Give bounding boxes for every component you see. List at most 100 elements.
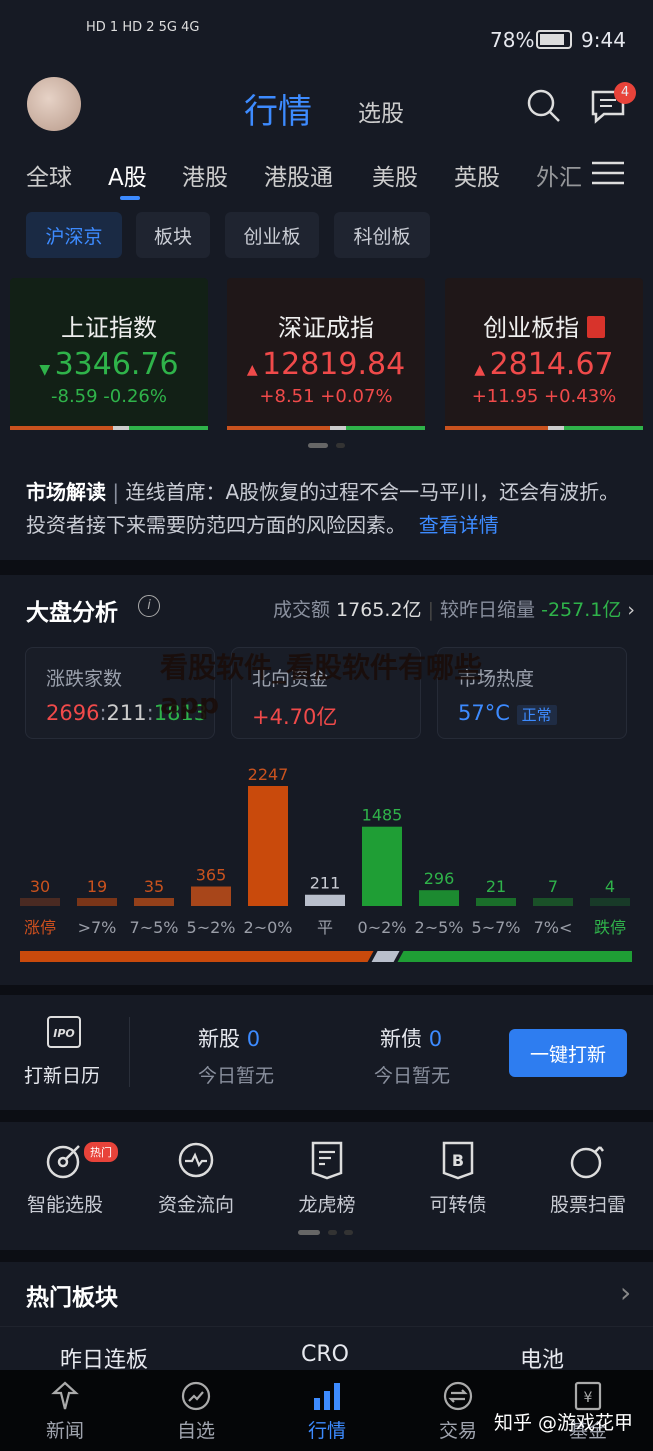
carousel-dot-active: [308, 443, 328, 448]
index-name: 创业板指: [445, 308, 643, 343]
category-label: 0~2%: [358, 918, 407, 937]
bar-value: 30: [30, 877, 50, 896]
chevron-right-icon: ›: [627, 599, 635, 621]
turnover-summary[interactable]: 成交额 1765.2亿 | 较昨日缩量 -257.1亿 ›: [273, 595, 635, 622]
index-name: 深证成指: [278, 314, 374, 342]
index-card-chinext[interactable]: 创业板指 ▲ 2814.67 +11.95 +0.43%: [445, 278, 643, 430]
new-bond-label[interactable]: 新债 0: [380, 1023, 442, 1053]
exchange-icon: [443, 1381, 473, 1411]
bar: [362, 826, 402, 906]
shortcut-risk-scan[interactable]: 股票扫雷: [523, 1140, 653, 1217]
shortcut-dragon-tiger[interactable]: 龙虎榜: [262, 1140, 392, 1217]
subtab-chinext[interactable]: 创业板: [225, 212, 319, 258]
category-label: 涨停: [24, 918, 56, 937]
bar: [191, 886, 231, 906]
hot-sector-item[interactable]: CRO: [301, 1342, 349, 1367]
nav-news[interactable]: 新闻: [0, 1380, 130, 1443]
news-arrow-icon: [51, 1381, 79, 1410]
index-price: ▼ 3346.76: [39, 347, 179, 382]
tab-global[interactable]: 全球: [26, 158, 108, 192]
breadth-line: [227, 426, 425, 430]
tab-market[interactable]: 行情: [244, 84, 312, 133]
tab-uk[interactable]: 英股: [454, 158, 536, 192]
tab-hk-connect[interactable]: 港股通: [264, 158, 372, 192]
subtab-star[interactable]: 科创板: [334, 212, 430, 258]
bar-value: 296: [424, 869, 455, 888]
heat-status-badge: 正常: [516, 705, 557, 725]
ipo-icon: IPO: [47, 1016, 81, 1048]
market-commentary[interactable]: 市场解读 | 连线首席：A股恢复的过程不会一马平川，还会有波折。投资者接下来需要…: [26, 476, 630, 542]
bar: [134, 898, 174, 906]
nav-watchlist[interactable]: 自选: [131, 1380, 261, 1443]
hot-sectors-title: 热门板块: [26, 1285, 118, 1311]
flat-share-bar: [371, 951, 400, 962]
bar-value: 365: [196, 866, 227, 885]
bar-value: 211: [310, 874, 341, 893]
category-label: 7%<: [534, 918, 573, 937]
category-label: 2~5%: [415, 918, 464, 937]
tab-us[interactable]: 美股: [372, 158, 454, 192]
carousel-dot-active: [298, 1230, 320, 1235]
red-envelope-icon: [586, 316, 605, 338]
bar-value: 19: [87, 877, 107, 896]
category-label: >7%: [78, 918, 117, 937]
advance-share-bar: [20, 951, 374, 962]
menu-icon[interactable]: [592, 160, 624, 186]
shortcut-fund-flow[interactable]: 资金流向: [131, 1140, 261, 1217]
breadth-line: [445, 426, 643, 430]
new-stock-sub: 今日暂无: [198, 1065, 275, 1087]
subtab-sectors[interactable]: 板块: [136, 212, 210, 258]
trend-icon: [181, 1381, 211, 1411]
category-label: 5~2%: [187, 918, 236, 937]
message-badge: 4: [614, 82, 636, 104]
index-price: ▲ 2814.67: [474, 347, 614, 382]
bar: [20, 898, 60, 906]
svg-text:IPO: IPO: [53, 1027, 75, 1040]
carousel-dot: [336, 443, 345, 448]
category-label: 2~0%: [244, 918, 293, 937]
signal-indicators: HD 1 HD 2 5G 4G: [86, 20, 200, 35]
bar: [248, 786, 288, 906]
index-card-szse[interactable]: 深证成指 ▲ 12819.84 +8.51 +0.07%: [227, 278, 425, 430]
hot-badge: 热门: [84, 1142, 118, 1162]
clock: 9:44: [581, 28, 626, 52]
chevron-right-icon[interactable]: ›: [620, 1276, 631, 1309]
shortcut-convertible-bond[interactable]: B 可转债: [393, 1140, 523, 1217]
index-change: -8.59 -0.26%: [51, 386, 167, 407]
category-label: 7~5%: [130, 918, 179, 937]
info-icon[interactable]: i: [138, 595, 160, 617]
list-document-icon: [311, 1141, 343, 1180]
svg-text:¥: ¥: [584, 1390, 593, 1406]
tab-stock-picker[interactable]: 选股: [358, 94, 404, 128]
subtab-hushenjing[interactable]: 沪深京: [26, 212, 122, 258]
carousel-dot: [328, 1230, 337, 1235]
index-change: +11.95 +0.43%: [471, 386, 617, 407]
battery-icon: [536, 30, 572, 49]
avatar[interactable]: [27, 77, 81, 131]
watermark-corner: 知乎 @游戏花甲: [494, 1412, 634, 1434]
bar-value: 4: [605, 877, 615, 896]
shortcut-smart-pick[interactable]: 智能选股 热门: [0, 1140, 130, 1217]
commentary-label: 市场解读: [26, 480, 106, 504]
tab-a-share[interactable]: A股: [108, 158, 182, 192]
breadth-line: [10, 426, 208, 430]
bar-value: 1485: [362, 806, 403, 825]
nav-market[interactable]: 行情: [262, 1380, 392, 1443]
status-bar: HD 1 HD 2 5G 4G 78% 9:44: [0, 0, 653, 62]
ipo-calendar-label[interactable]: 打新日历: [24, 1061, 100, 1088]
bar: [533, 898, 573, 906]
search-icon[interactable]: [526, 88, 562, 124]
pulse-icon: [178, 1142, 214, 1178]
index-price: ▲ 12819.84: [246, 347, 406, 382]
bar: [419, 890, 459, 906]
index-change: +8.51 +0.07%: [259, 386, 393, 407]
new-stock-label[interactable]: 新股 0: [198, 1023, 260, 1053]
ipo-panel: IPO 打新日历 新股 0 今日暂无 新债 0 今日暂无 一键打新: [0, 995, 653, 1110]
view-details-link[interactable]: 查看详情: [419, 513, 499, 537]
bond-shield-icon: B: [442, 1141, 474, 1180]
one-click-subscribe-button[interactable]: 一键打新: [509, 1029, 627, 1077]
tab-forex[interactable]: 外汇: [536, 158, 586, 192]
index-card-sse[interactable]: 上证指数 ▼ 3346.76 -8.59 -0.26%: [10, 278, 208, 430]
decline-share-bar: [397, 951, 632, 962]
tab-hk[interactable]: 港股: [182, 158, 264, 192]
